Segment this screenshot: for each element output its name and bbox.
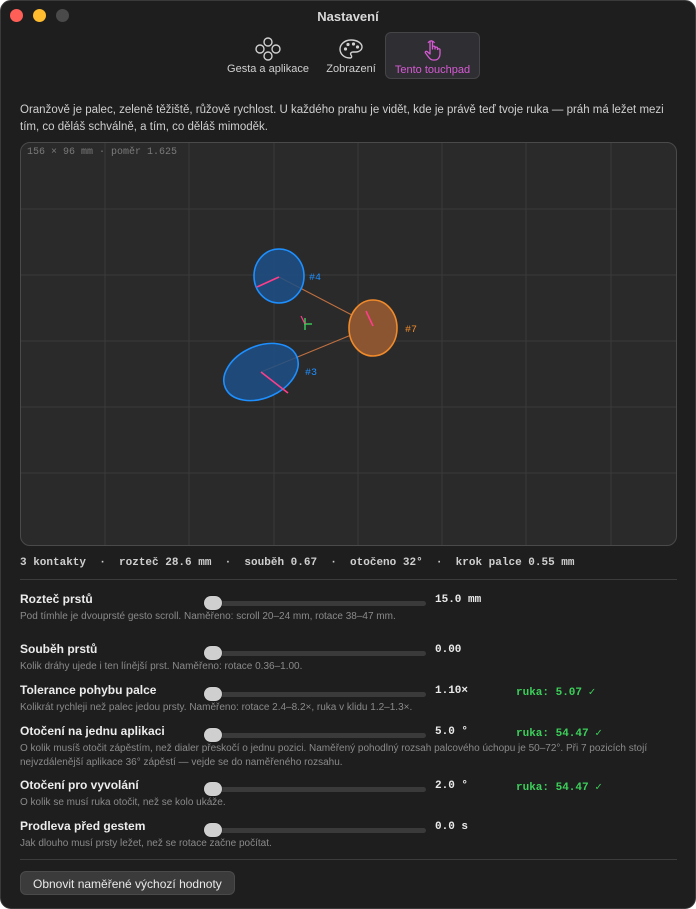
touchpad-caption: 156 × 96 mm · poměr 1.625 (27, 147, 178, 158)
hand-pointer-icon (424, 40, 441, 61)
setting-description: O kolik musíš otočit zápěstím, než diale… (20, 743, 648, 768)
contact-label: #3 (305, 368, 317, 379)
reset-defaults-button[interactable]: Obnovit naměřené výchozí hodnoty (20, 871, 235, 895)
divider (20, 859, 677, 860)
setting-value: 0.00 (435, 644, 462, 656)
setting-description: Jak dlouho musí prsty ležet, než se rota… (20, 838, 272, 849)
slider-track[interactable] (204, 787, 426, 792)
slider-track[interactable] (204, 692, 426, 697)
toolbar-tabs: Gesta a aplikace Zobrazení Tento touchpa… (1, 31, 695, 81)
contact-stats: 3 kontakty · rozteč 28.6 mm · souběh 0.6… (20, 557, 575, 569)
contact-label: #4 (309, 273, 321, 284)
touchpad-visualization: #4 #3 #7 156 × 96 mm · poměr 1.625 (20, 142, 677, 546)
palette-icon (339, 39, 363, 59)
setting-name: Rozteč prstů (20, 592, 93, 606)
setting-description: O kolik se musí ruka otočit, než se kolo… (20, 797, 226, 808)
slider-track[interactable] (204, 733, 426, 738)
contact-7-thumb (348, 299, 398, 357)
tab-this-touchpad[interactable]: Tento touchpad (385, 32, 480, 79)
setting-name: Otočení pro vyvolání (20, 778, 139, 792)
slider-track[interactable] (204, 651, 426, 656)
setting-name: Souběh prstů (20, 642, 98, 656)
setting-value: 2.0 ° (435, 780, 469, 792)
slider-knob[interactable] (204, 782, 222, 796)
slider-track[interactable] (204, 601, 426, 606)
title-bar: Nastavení (1, 1, 695, 31)
divider (20, 579, 677, 580)
setting-description: Kolik dráhy ujede i ten línější prst. Na… (20, 661, 303, 672)
setting-value: 15.0 mm (435, 594, 482, 606)
hand-measurement: ruka: 54.47 ✓ (516, 728, 602, 740)
setting-name: Tolerance pohybu palce (20, 683, 157, 697)
slider-knob[interactable] (204, 596, 222, 610)
tab-display[interactable]: Zobrazení (319, 32, 383, 79)
slider-knob[interactable] (204, 728, 222, 742)
touchpad-canvas: #4 #3 #7 (21, 143, 676, 545)
hand-measurement: ruka: 54.47 ✓ (516, 782, 602, 794)
setting-name: Prodleva před gestem (20, 819, 146, 833)
setting-description: Pod tímhle je dvouprsté gesto scroll. Na… (20, 611, 396, 622)
centroid-marker (300, 315, 312, 330)
setting-value: 0.0 s (435, 821, 469, 833)
tab-gestures[interactable]: Gesta a aplikace (220, 32, 316, 79)
tab-label: Tento touchpad (394, 64, 471, 76)
gestures-icon (255, 37, 281, 61)
slider-knob[interactable] (204, 823, 222, 837)
window-title: Nastavení (317, 9, 379, 24)
slider-knob[interactable] (204, 646, 222, 660)
settings-window: Nastavení Gesta a aplikace Zobrazení Ten… (0, 0, 696, 909)
hand-measurement: ruka: 5.07 ✓ (516, 687, 596, 699)
slider-knob[interactable] (204, 687, 222, 701)
setting-value: 5.0 ° (435, 726, 469, 738)
tab-label: Gesta a aplikace (227, 63, 309, 75)
setting-value: 1.10× (435, 685, 469, 697)
setting-description: Kolikrát rychleji než palec jedou prsty.… (20, 702, 413, 713)
contact-3 (223, 342, 299, 402)
contact-label: #7 (405, 325, 417, 336)
intro-text: Oranžově je palec, zeleně těžiště, růžov… (20, 104, 664, 133)
setting-name: Otočení na jednu aplikaci (20, 724, 165, 738)
slider-track[interactable] (204, 828, 426, 833)
tab-label: Zobrazení (326, 63, 376, 75)
contact-4 (253, 248, 305, 304)
